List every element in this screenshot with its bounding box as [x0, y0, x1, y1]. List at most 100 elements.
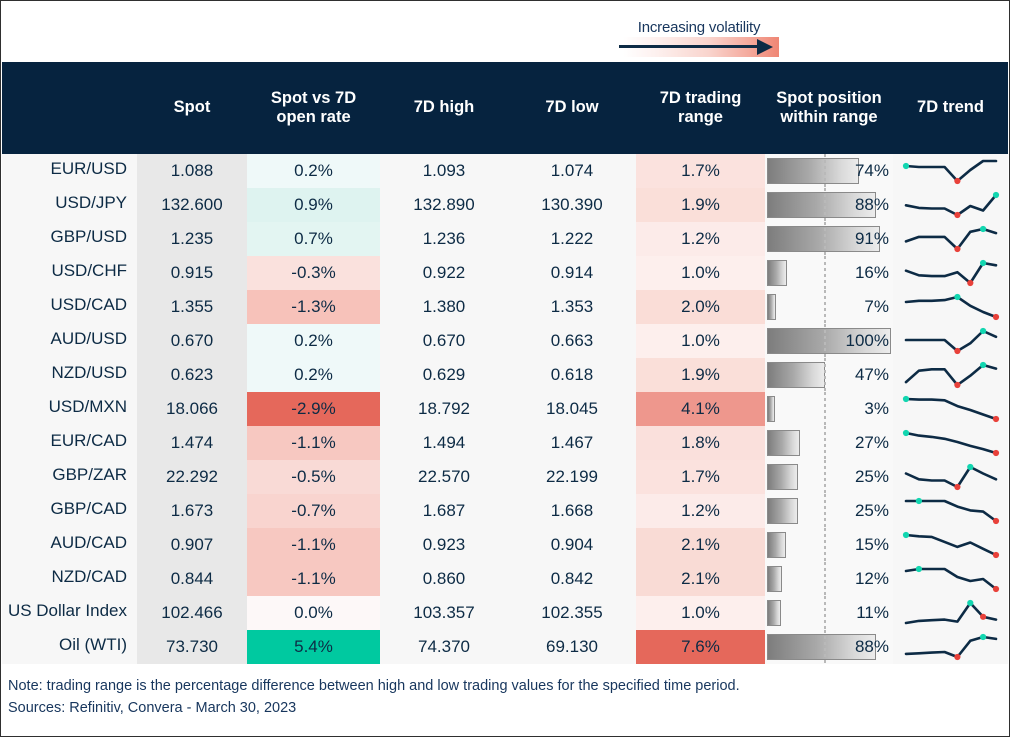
position-cell: 100% — [765, 324, 893, 358]
table-row: US Dollar Index 102.466 0.0% 103.357 102.355… — [2, 596, 1008, 630]
low-cell: 1.222 — [508, 222, 636, 256]
range-cell: 1.0% — [636, 324, 765, 358]
position-value: 100% — [845, 331, 889, 350]
arrow-right-icon — [619, 45, 761, 48]
high-cell: 1.687 — [380, 494, 508, 528]
position-bar — [767, 532, 786, 558]
range-cell: 1.8% — [636, 426, 765, 460]
low-cell: 0.842 — [508, 562, 636, 596]
spot-cell: 0.915 — [137, 256, 247, 290]
position-cell: 12% — [765, 562, 893, 596]
range-cell: 4.1% — [636, 392, 765, 426]
range-cell: 1.9% — [636, 188, 765, 222]
position-bar-wrap: 74% — [767, 154, 891, 188]
row-label-cell: EUR/USD — [2, 154, 137, 188]
position-value: 91% — [854, 229, 889, 248]
table-header-row: Spot Spot vs 7D open rate 7D high 7D low… — [2, 62, 1008, 154]
trend-cell — [893, 392, 1008, 426]
position-cell: 47% — [765, 358, 893, 392]
trend-cell — [893, 154, 1008, 188]
table-row: EUR/USD 1.088 0.2% 1.093 1.074 1.7% 74% — [2, 154, 1008, 188]
position-reference-line — [824, 290, 826, 324]
change-cell: -1.1% — [247, 426, 380, 460]
position-reference-line — [824, 426, 826, 460]
position-value: 12% — [854, 569, 889, 588]
position-bar-wrap: 11% — [767, 596, 891, 630]
spot-cell: 18.066 — [137, 392, 247, 426]
spot-cell: 0.623 — [137, 358, 247, 392]
position-reference-line — [824, 596, 826, 630]
position-cell: 25% — [765, 494, 893, 528]
trend-cell — [893, 290, 1008, 324]
change-cell: -1.1% — [247, 528, 380, 562]
position-bar — [767, 498, 798, 524]
high-cell: 0.670 — [380, 324, 508, 358]
column-header-high: 7D high — [380, 62, 508, 154]
position-bar — [767, 260, 787, 286]
spot-cell: 0.907 — [137, 528, 247, 562]
position-bar — [767, 566, 782, 592]
table-body: EUR/USD 1.088 0.2% 1.093 1.074 1.7% 74% USD/JPY… — [2, 154, 1008, 664]
row-label: Oil (WTI) — [59, 634, 127, 654]
high-cell: 0.629 — [380, 358, 508, 392]
row-label: USD/CAD — [50, 294, 127, 314]
position-cell: 88% — [765, 630, 893, 664]
change-cell: 0.2% — [247, 358, 380, 392]
position-bar-wrap: 16% — [767, 256, 891, 290]
position-bar — [767, 464, 798, 490]
position-reference-line — [824, 358, 826, 392]
trend-cell — [893, 630, 1008, 664]
high-cell: 0.923 — [380, 528, 508, 562]
row-label-cell: AUD/USD — [2, 324, 137, 358]
row-label-cell: USD/MXN — [2, 392, 137, 426]
change-cell: -2.9% — [247, 392, 380, 426]
high-cell: 22.570 — [380, 460, 508, 494]
position-value: 16% — [854, 263, 889, 282]
table-row: GBP/CAD 1.673 -0.7% 1.687 1.668 1.2% 25% — [2, 494, 1008, 528]
footnote-note: Note: trading range is the percentage di… — [8, 678, 740, 694]
row-label: EUR/USD — [50, 158, 127, 178]
high-cell: 103.357 — [380, 596, 508, 630]
high-cell: 1.494 — [380, 426, 508, 460]
trend-cell — [893, 460, 1008, 494]
table-row: EUR/CAD 1.474 -1.1% 1.494 1.467 1.8% 27% — [2, 426, 1008, 460]
position-reference-line — [824, 222, 826, 256]
position-reference-line — [824, 562, 826, 596]
position-value: 88% — [854, 637, 889, 656]
position-reference-line — [824, 256, 826, 290]
position-reference-line — [824, 528, 826, 562]
change-cell: -0.7% — [247, 494, 380, 528]
row-label-cell: NZD/USD — [2, 358, 137, 392]
position-value: 25% — [854, 501, 889, 520]
table-footnotes: Note: trading range is the percentage di… — [2, 669, 1008, 736]
row-label-cell: USD/JPY — [2, 188, 137, 222]
row-label-cell: USD/CAD — [2, 290, 137, 324]
table-row: USD/CAD 1.355 -1.3% 1.380 1.353 2.0% 7% — [2, 290, 1008, 324]
spot-cell: 22.292 — [137, 460, 247, 494]
position-bar-wrap: 7% — [767, 290, 891, 324]
row-label: US Dollar Index — [7, 600, 127, 620]
position-value: 47% — [854, 365, 889, 384]
high-cell: 18.792 — [380, 392, 508, 426]
position-reference-line — [824, 460, 826, 494]
position-value: 3% — [864, 399, 889, 418]
row-label: USD/JPY — [55, 192, 127, 212]
row-label-cell: EUR/CAD — [2, 426, 137, 460]
position-bar — [767, 600, 781, 626]
spot-cell: 0.670 — [137, 324, 247, 358]
trend-cell — [893, 426, 1008, 460]
column-header-low: 7D low — [508, 62, 636, 154]
trend-cell — [893, 562, 1008, 596]
position-value: 7% — [864, 297, 889, 316]
position-cell: 25% — [765, 460, 893, 494]
position-bar — [767, 158, 859, 184]
row-label: USD/CHF — [51, 260, 127, 280]
high-cell: 1.236 — [380, 222, 508, 256]
range-cell: 1.2% — [636, 494, 765, 528]
position-reference-line — [824, 630, 826, 664]
position-cell: 15% — [765, 528, 893, 562]
range-cell: 1.7% — [636, 154, 765, 188]
position-value: 11% — [856, 603, 889, 622]
position-value: 27% — [854, 433, 889, 452]
position-value: 74% — [854, 161, 889, 180]
